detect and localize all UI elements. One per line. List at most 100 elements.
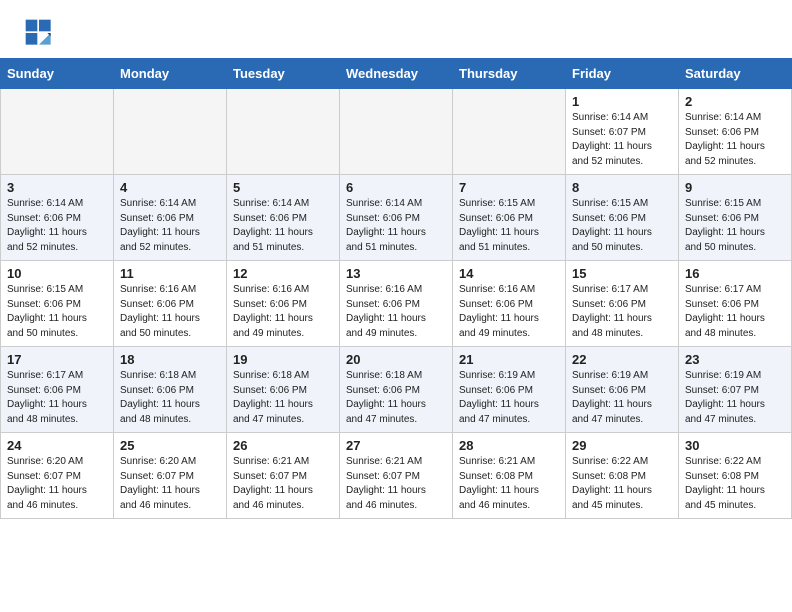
calendar-day: 11Sunrise: 6:16 AMSunset: 6:06 PMDayligh… xyxy=(114,261,227,347)
day-number: 29 xyxy=(572,438,672,453)
day-number: 8 xyxy=(572,180,672,195)
calendar-day: 20 Sunrise: 6:18 AMSunset: 6:06 PMDayligh… xyxy=(340,347,453,433)
day-info: Sunrise: 6:15 AMSunset: 6:06 PMDaylight:… xyxy=(7,283,107,341)
day-info: Sunrise: 6:19 AMSunset: 6:06 PMDaylight:… xyxy=(459,369,559,427)
calendar-day xyxy=(453,89,566,175)
calendar-day xyxy=(1,89,114,175)
day-number: 7 xyxy=(459,180,559,195)
day-number: 10 xyxy=(7,266,107,281)
day-info: Sunrise: 6:21 AMSunset: 6:07 PMDaylight:… xyxy=(233,455,333,513)
day-number: 17 xyxy=(7,352,107,367)
day-number: 24 xyxy=(7,438,107,453)
day-number: 2 xyxy=(685,94,785,109)
day-number: 21 xyxy=(459,352,559,367)
day-info: Sunrise: 6:22 AMSunset: 6:08 PMDaylight:… xyxy=(572,455,672,513)
calendar-day: 19 Sunrise: 6:18 AMSunset: 6:06 PMDayligh… xyxy=(227,347,340,433)
day-number: 12 xyxy=(233,266,333,281)
day-info: Sunrise: 6:16 AMSunset: 6:06 PMDaylight:… xyxy=(233,283,333,341)
calendar-day: 24 Sunrise: 6:20 AMSunset: 6:07 PMDayligh… xyxy=(1,433,114,519)
day-info: Sunrise: 6:14 AMSunset: 6:06 PMDaylight:… xyxy=(346,197,446,255)
calendar-day: 8 Sunrise: 6:15 AMSunset: 6:06 PMDaylight… xyxy=(566,175,679,261)
calendar-day: 6Sunrise: 6:14 AMSunset: 6:06 PMDaylight… xyxy=(340,175,453,261)
logo-icon xyxy=(24,18,54,48)
weekday-header-monday: Monday xyxy=(114,59,227,89)
day-info: Sunrise: 6:20 AMSunset: 6:07 PMDaylight:… xyxy=(120,455,220,513)
day-number: 4 xyxy=(120,180,220,195)
day-number: 22 xyxy=(572,352,672,367)
calendar-day: 1 Sunrise: 6:14 AMSunset: 6:07 PMDaylight… xyxy=(566,89,679,175)
day-number: 1 xyxy=(572,94,672,109)
calendar-day: 21 Sunrise: 6:19 AMSunset: 6:06 PMDayligh… xyxy=(453,347,566,433)
calendar-day xyxy=(340,89,453,175)
day-info: Sunrise: 6:14 AMSunset: 6:06 PMDaylight:… xyxy=(7,197,107,255)
calendar-day: 18 Sunrise: 6:18 AMSunset: 6:06 PMDayligh… xyxy=(114,347,227,433)
day-number: 19 xyxy=(233,352,333,367)
day-info: Sunrise: 6:14 AMSunset: 6:06 PMDaylight:… xyxy=(233,197,333,255)
day-number: 20 xyxy=(346,352,446,367)
calendar-day: 23 Sunrise: 6:19 AMSunset: 6:07 PMDayligh… xyxy=(679,347,792,433)
day-info: Sunrise: 6:19 AMSunset: 6:07 PMDaylight:… xyxy=(685,369,785,427)
day-info: Sunrise: 6:17 AMSunset: 6:06 PMDaylight:… xyxy=(7,369,107,427)
day-info: Sunrise: 6:22 AMSunset: 6:08 PMDaylight:… xyxy=(685,455,785,513)
calendar-header-row: SundayMondayTuesdayWednesdayThursdayFrid… xyxy=(1,59,792,89)
day-info: Sunrise: 6:19 AMSunset: 6:06 PMDaylight:… xyxy=(572,369,672,427)
calendar-day: 26 Sunrise: 6:21 AMSunset: 6:07 PMDayligh… xyxy=(227,433,340,519)
calendar-day: 30Sunrise: 6:22 AMSunset: 6:08 PMDayligh… xyxy=(679,433,792,519)
day-number: 18 xyxy=(120,352,220,367)
day-info: Sunrise: 6:16 AMSunset: 6:06 PMDaylight:… xyxy=(120,283,220,341)
day-number: 28 xyxy=(459,438,559,453)
day-info: Sunrise: 6:18 AMSunset: 6:06 PMDaylight:… xyxy=(233,369,333,427)
calendar-day: 29 Sunrise: 6:22 AMSunset: 6:08 PMDayligh… xyxy=(566,433,679,519)
day-number: 5 xyxy=(233,180,333,195)
logo xyxy=(24,18,56,48)
day-info: Sunrise: 6:21 AMSunset: 6:07 PMDaylight:… xyxy=(346,455,446,513)
page-header xyxy=(0,0,792,58)
day-number: 25 xyxy=(120,438,220,453)
day-info: Sunrise: 6:17 AMSunset: 6:06 PMDaylight:… xyxy=(572,283,672,341)
calendar-day: 2Sunrise: 6:14 AMSunset: 6:06 PMDaylight… xyxy=(679,89,792,175)
weekday-header-saturday: Saturday xyxy=(679,59,792,89)
day-info: Sunrise: 6:21 AMSunset: 6:08 PMDaylight:… xyxy=(459,455,559,513)
day-info: Sunrise: 6:14 AMSunset: 6:06 PMDaylight:… xyxy=(120,197,220,255)
calendar-table: SundayMondayTuesdayWednesdayThursdayFrid… xyxy=(0,58,792,519)
calendar-day: 7 Sunrise: 6:15 AMSunset: 6:06 PMDaylight… xyxy=(453,175,566,261)
day-info: Sunrise: 6:20 AMSunset: 6:07 PMDaylight:… xyxy=(7,455,107,513)
calendar-week-3: 10 Sunrise: 6:15 AMSunset: 6:06 PMDayligh… xyxy=(1,261,792,347)
calendar-day: 15 Sunrise: 6:17 AMSunset: 6:06 PMDayligh… xyxy=(566,261,679,347)
day-info: Sunrise: 6:18 AMSunset: 6:06 PMDaylight:… xyxy=(346,369,446,427)
calendar-day: 10 Sunrise: 6:15 AMSunset: 6:06 PMDayligh… xyxy=(1,261,114,347)
day-info: Sunrise: 6:18 AMSunset: 6:06 PMDaylight:… xyxy=(120,369,220,427)
calendar-day: 16 Sunrise: 6:17 AMSunset: 6:06 PMDayligh… xyxy=(679,261,792,347)
day-number: 15 xyxy=(572,266,672,281)
day-number: 13 xyxy=(346,266,446,281)
day-number: 26 xyxy=(233,438,333,453)
calendar-day: 12 Sunrise: 6:16 AMSunset: 6:06 PMDayligh… xyxy=(227,261,340,347)
calendar-week-5: 24 Sunrise: 6:20 AMSunset: 6:07 PMDayligh… xyxy=(1,433,792,519)
day-info: Sunrise: 6:15 AMSunset: 6:06 PMDaylight:… xyxy=(572,197,672,255)
calendar-day: 22 Sunrise: 6:19 AMSunset: 6:06 PMDayligh… xyxy=(566,347,679,433)
calendar-day: 3 Sunrise: 6:14 AMSunset: 6:06 PMDaylight… xyxy=(1,175,114,261)
calendar-week-2: 3 Sunrise: 6:14 AMSunset: 6:06 PMDaylight… xyxy=(1,175,792,261)
calendar-day xyxy=(227,89,340,175)
day-info: Sunrise: 6:17 AMSunset: 6:06 PMDaylight:… xyxy=(685,283,785,341)
day-number: 14 xyxy=(459,266,559,281)
calendar-day: 13 Sunrise: 6:16 AMSunset: 6:06 PMDayligh… xyxy=(340,261,453,347)
day-number: 27 xyxy=(346,438,446,453)
day-info: Sunrise: 6:16 AMSunset: 6:06 PMDaylight:… xyxy=(346,283,446,341)
calendar-day xyxy=(114,89,227,175)
weekday-header-wednesday: Wednesday xyxy=(340,59,453,89)
calendar-day: 4 Sunrise: 6:14 AMSunset: 6:06 PMDaylight… xyxy=(114,175,227,261)
day-number: 3 xyxy=(7,180,107,195)
calendar-day: 14 Sunrise: 6:16 AMSunset: 6:06 PMDayligh… xyxy=(453,261,566,347)
calendar-day: 27 Sunrise: 6:21 AMSunset: 6:07 PMDayligh… xyxy=(340,433,453,519)
weekday-header-tuesday: Tuesday xyxy=(227,59,340,89)
weekday-header-thursday: Thursday xyxy=(453,59,566,89)
calendar-day: 5 Sunrise: 6:14 AMSunset: 6:06 PMDaylight… xyxy=(227,175,340,261)
day-number: 16 xyxy=(685,266,785,281)
day-info: Sunrise: 6:14 AMSunset: 6:07 PMDaylight:… xyxy=(572,111,672,169)
day-number: 9 xyxy=(685,180,785,195)
day-info: Sunrise: 6:16 AMSunset: 6:06 PMDaylight:… xyxy=(459,283,559,341)
calendar-day: 9Sunrise: 6:15 AMSunset: 6:06 PMDaylight… xyxy=(679,175,792,261)
day-number: 23 xyxy=(685,352,785,367)
day-info: Sunrise: 6:15 AMSunset: 6:06 PMDaylight:… xyxy=(459,197,559,255)
